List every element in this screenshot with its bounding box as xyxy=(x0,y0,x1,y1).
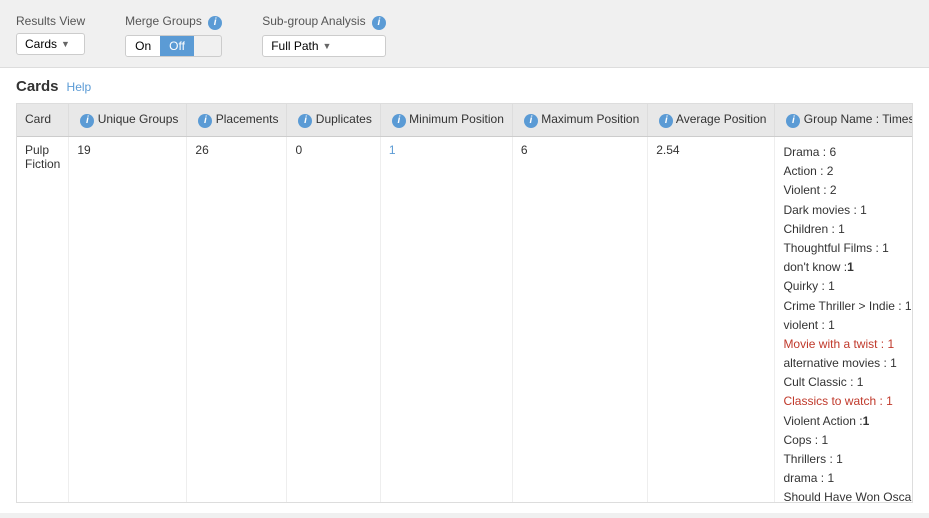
results-view-value: Cards xyxy=(25,37,57,51)
merge-groups-toggle: On Off xyxy=(125,35,222,57)
th-card: Card xyxy=(17,104,69,137)
th-duplicates: i Duplicates xyxy=(287,104,380,137)
list-item: Cult Classic : 1 xyxy=(783,373,913,392)
th-unique-groups: i Unique Groups xyxy=(69,104,187,137)
cell-placements: 26 xyxy=(187,137,287,504)
list-item: Movie with a twist : 1 xyxy=(783,335,913,354)
list-item: violent : 1 xyxy=(783,316,913,335)
merge-groups-info-icon[interactable]: i xyxy=(208,16,222,30)
th-group-names: i Group Name : Times Used xyxy=(775,104,913,137)
list-item: Thoughtful Films : 1 xyxy=(783,239,913,258)
merge-groups-on-button[interactable]: On xyxy=(126,36,160,56)
th-max-position-label: Maximum Position xyxy=(541,112,639,126)
subgroup-analysis-value: Full Path xyxy=(271,39,318,53)
bold-count: 1 xyxy=(847,260,854,274)
th-min-position-label: Minimum Position xyxy=(409,112,504,126)
section-header: Cards Help xyxy=(16,78,913,95)
subgroup-analysis-dropdown[interactable]: Full Path ▼ xyxy=(262,35,386,57)
table-row: Pulp Fiction19260162.54Drama : 6Action :… xyxy=(17,137,913,504)
cell-max-position: 6 xyxy=(512,137,647,504)
list-item: don't know :1 xyxy=(783,258,913,277)
merge-groups-off-button[interactable]: Off xyxy=(160,36,194,56)
cell-min-position: 1 xyxy=(380,137,512,504)
cell-avg-position: 2.54 xyxy=(648,137,775,504)
list-item: Action : 2 xyxy=(783,162,913,181)
th-group-names-icon[interactable]: i xyxy=(786,114,800,128)
th-duplicates-label: Duplicates xyxy=(316,112,372,126)
th-max-position: i Maximum Position xyxy=(512,104,647,137)
group-name-list: Drama : 6Action : 2Violent : 2Dark movie… xyxy=(783,143,913,503)
help-link[interactable]: Help xyxy=(67,80,92,94)
list-item: Cops : 1 xyxy=(783,431,913,450)
subgroup-analysis-info-icon[interactable]: i xyxy=(372,16,386,30)
list-item: Violent Action :1 xyxy=(783,412,913,431)
results-view-control: Results View Cards ▼ xyxy=(16,14,85,55)
merge-groups-label: Merge Groups i xyxy=(125,14,222,30)
main-content: Cards Help Card i Unique Groups i Placem… xyxy=(0,68,929,513)
th-avg-position-icon[interactable]: i xyxy=(659,114,673,128)
cell-group-names: Drama : 6Action : 2Violent : 2Dark movie… xyxy=(775,137,913,504)
list-item: Children : 1 xyxy=(783,220,913,239)
cell-card: Pulp Fiction xyxy=(17,137,69,504)
bold-count: 1 xyxy=(863,414,870,428)
list-item: Should Have Won Oscar : 1 xyxy=(783,488,913,503)
list-item: Thrillers : 1 xyxy=(783,450,913,469)
results-view-label: Results View xyxy=(16,14,85,28)
th-group-names-label: Group Name : Times Used xyxy=(804,112,913,126)
cell-duplicates: 0 xyxy=(287,137,380,504)
table-body: Pulp Fiction19260162.54Drama : 6Action :… xyxy=(17,137,913,504)
table-header: Card i Unique Groups i Placements i Dupl… xyxy=(17,104,913,137)
th-min-position-icon[interactable]: i xyxy=(392,114,406,128)
table-container[interactable]: Card i Unique Groups i Placements i Dupl… xyxy=(16,103,913,503)
subgroup-analysis-label: Sub-group Analysis i xyxy=(262,14,386,30)
list-item: Dark movies : 1 xyxy=(783,201,913,220)
subgroup-analysis-control: Sub-group Analysis i Full Path ▼ xyxy=(262,14,386,57)
th-avg-position-label: Average Position xyxy=(676,112,767,126)
results-view-arrow-icon: ▼ xyxy=(61,39,70,49)
th-unique-groups-label: Unique Groups xyxy=(98,112,179,126)
th-min-position: i Minimum Position xyxy=(380,104,512,137)
top-bar: Results View Cards ▼ Merge Groups i On O… xyxy=(0,0,929,68)
merge-groups-control: Merge Groups i On Off xyxy=(125,14,222,57)
th-placements: i Placements xyxy=(187,104,287,137)
list-item: Crime Thriller > Indie : 1 xyxy=(783,297,913,316)
list-item: Violent : 2 xyxy=(783,181,913,200)
list-item: drama : 1 xyxy=(783,469,913,488)
list-item: Quirky : 1 xyxy=(783,277,913,296)
min-position-value: 1 xyxy=(389,143,396,157)
results-view-dropdown[interactable]: Cards ▼ xyxy=(16,33,85,55)
list-item: alternative movies : 1 xyxy=(783,354,913,373)
subgroup-analysis-arrow-icon: ▼ xyxy=(323,41,332,51)
th-max-position-icon[interactable]: i xyxy=(524,114,538,128)
th-placements-icon[interactable]: i xyxy=(198,114,212,128)
results-table: Card i Unique Groups i Placements i Dupl… xyxy=(17,104,913,503)
th-card-label: Card xyxy=(25,112,51,126)
section-title: Cards xyxy=(16,78,59,95)
th-unique-groups-icon[interactable]: i xyxy=(80,114,94,128)
list-item: Drama : 6 xyxy=(783,143,913,162)
th-placements-label: Placements xyxy=(216,112,279,126)
cell-unique-groups: 19 xyxy=(69,137,187,504)
th-avg-position: i Average Position xyxy=(648,104,775,137)
list-item: Classics to watch : 1 xyxy=(783,392,913,411)
th-duplicates-icon[interactable]: i xyxy=(298,114,312,128)
